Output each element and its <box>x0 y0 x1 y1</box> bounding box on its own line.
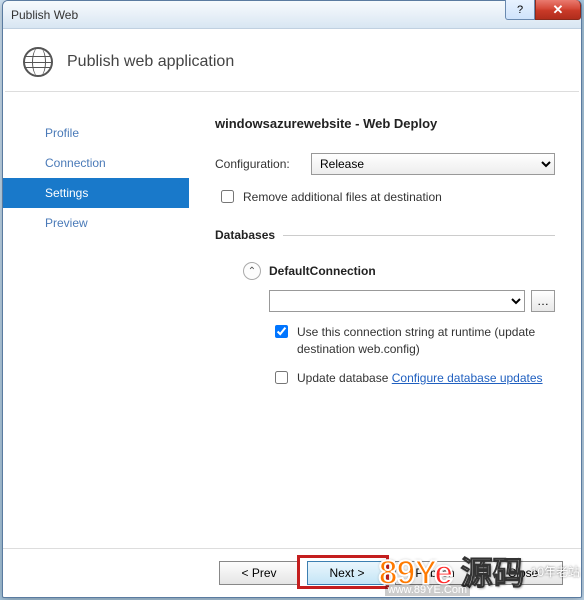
remove-files-label: Remove additional files at destination <box>243 189 555 206</box>
publish-profile-title: windowsazurewebsite - Web Deploy <box>215 116 555 131</box>
configuration-label: Configuration: <box>215 157 303 171</box>
header-title: Publish web application <box>67 53 234 71</box>
sidebar-item-profile[interactable]: Profile <box>3 118 189 148</box>
databases-section-label: Databases <box>215 228 275 242</box>
databases-section-header: Databases <box>215 228 555 242</box>
sidebar: Profile Connection Settings Preview <box>3 92 189 548</box>
collapse-toggle[interactable]: ⌃ <box>243 262 261 280</box>
configure-updates-link[interactable]: Configure database updates <box>392 371 543 385</box>
database-block: ⌃ DefaultConnection … Use this conne <box>215 262 555 387</box>
update-database-checkbox[interactable] <box>275 371 288 384</box>
connection-string-row: … <box>269 290 555 312</box>
dialog-body: Profile Connection Settings Preview wind… <box>3 92 581 548</box>
close-window-button[interactable]: ✕ <box>535 0 581 20</box>
connection-name: DefaultConnection <box>269 264 376 278</box>
dialog-footer: < Prev Next > Publish Close <box>3 548 581 597</box>
remove-files-row: Remove additional files at destination <box>215 189 555 206</box>
titlebar[interactable]: Publish Web ? ✕ <box>3 1 581 29</box>
window-controls: ? ✕ <box>505 0 581 20</box>
prev-button[interactable]: < Prev <box>219 561 299 585</box>
dialog-window: Publish Web ? ✕ Publish web application … <box>2 0 582 598</box>
ellipsis-icon: … <box>537 294 549 308</box>
sidebar-item-settings[interactable]: Settings <box>3 178 189 208</box>
database-options: Use this connection string at runtime (u… <box>243 324 555 387</box>
update-database-label: Update database Configure database updat… <box>297 370 555 387</box>
window-title: Publish Web <box>11 8 78 22</box>
configuration-row: Configuration: Release <box>215 153 555 175</box>
remove-files-checkbox[interactable] <box>221 190 234 203</box>
configuration-select[interactable]: Release <box>311 153 555 175</box>
chevron-up-icon: ⌃ <box>248 266 256 277</box>
help-button[interactable]: ? <box>505 0 535 20</box>
sidebar-item-connection[interactable]: Connection <box>3 148 189 178</box>
connection-header: ⌃ DefaultConnection <box>243 262 555 280</box>
browse-button[interactable]: … <box>531 290 555 312</box>
publish-button[interactable]: Publish <box>395 561 475 585</box>
next-button[interactable]: Next > <box>307 561 387 585</box>
use-connection-label: Use this connection string at runtime (u… <box>297 324 555 358</box>
divider <box>283 235 555 236</box>
connection-string-select[interactable] <box>269 290 525 312</box>
dialog-header: Publish web application <box>3 29 581 91</box>
globe-icon <box>23 47 53 77</box>
main-panel: windowsazurewebsite - Web Deploy Configu… <box>189 92 581 548</box>
close-button[interactable]: Close <box>483 561 563 585</box>
sidebar-item-preview[interactable]: Preview <box>3 208 189 238</box>
use-connection-checkbox[interactable] <box>275 325 288 338</box>
